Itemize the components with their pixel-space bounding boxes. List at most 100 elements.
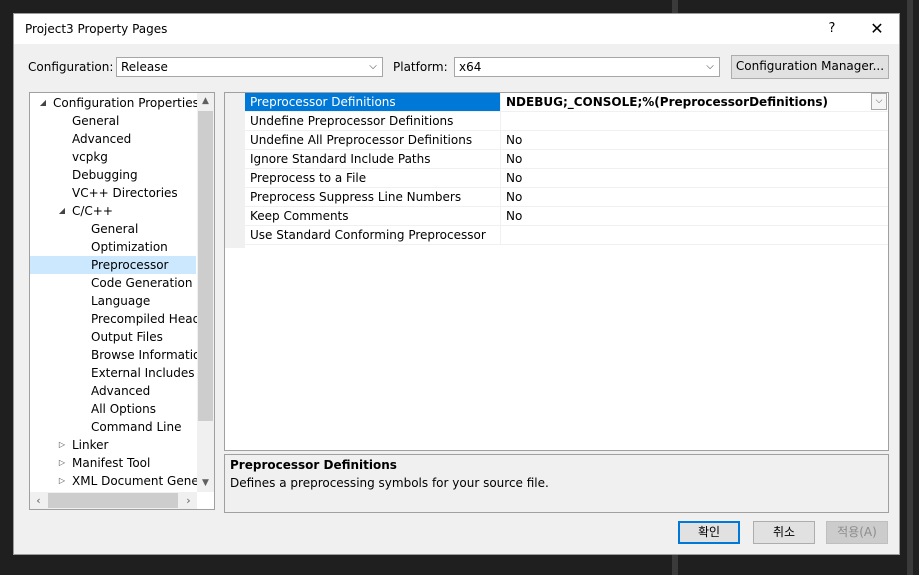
tree-item[interactable]: General <box>30 112 196 130</box>
tree-item-label: Linker <box>72 438 109 452</box>
cancel-button[interactable]: 취소 <box>753 521 815 544</box>
tree-item-label: Preprocessor <box>91 258 169 272</box>
tree-item[interactable]: Advanced <box>30 382 196 400</box>
property-value[interactable]: No <box>502 150 882 168</box>
tree-item[interactable]: Command Line <box>30 418 196 436</box>
tree-item[interactable]: vcpkg <box>30 148 196 166</box>
tree-item-label: Configuration Properties <box>53 96 199 110</box>
chevron-down-icon: ⌵ <box>369 61 377 72</box>
property-name[interactable]: Use Standard Conforming Preprocessor <box>245 226 501 244</box>
property-value[interactable]: No <box>502 131 882 149</box>
property-value[interactable]: NDEBUG;_CONSOLE;%(PreprocessorDefinition… <box>502 93 882 111</box>
scroll-thumb[interactable] <box>198 111 213 421</box>
property-row[interactable]: Ignore Standard Include Paths No <box>245 150 888 169</box>
collapsed-arrow-icon[interactable]: ▷ <box>57 454 67 472</box>
property-name[interactable]: Preprocess to a File <box>245 169 501 187</box>
property-name[interactable]: Preprocess Suppress Line Numbers <box>245 188 501 206</box>
property-value[interactable]: No <box>502 188 882 206</box>
tree-item[interactable]: Debugging <box>30 166 196 184</box>
tree-item[interactable]: Preprocessor <box>30 256 196 274</box>
property-name[interactable]: Keep Comments <box>245 207 501 225</box>
tree-item[interactable]: Browse Information <box>30 346 208 364</box>
tree-item-label: Advanced <box>91 384 151 398</box>
property-row[interactable]: Use Standard Conforming Preprocessor <box>245 226 888 245</box>
property-row[interactable]: Keep Comments No <box>245 207 888 226</box>
help-button[interactable]: ? <box>814 14 850 44</box>
collapsed-arrow-icon[interactable]: ▷ <box>57 472 67 490</box>
property-row[interactable]: Undefine Preprocessor Definitions <box>245 112 888 131</box>
property-name[interactable]: Undefine Preprocessor Definitions <box>245 112 501 130</box>
tree-item[interactable]: ◢ Configuration Properties <box>30 94 199 112</box>
scroll-left-icon[interactable]: ‹ <box>30 492 47 509</box>
description-panel: Preprocessor Definitions Defines a prepr… <box>224 454 889 513</box>
tree-item-label: Optimization <box>91 240 168 254</box>
tree-item-label: Precompiled Heade <box>91 312 208 326</box>
scroll-up-icon[interactable]: ▲ <box>197 93 214 110</box>
tree-item-label: General <box>72 114 120 128</box>
tree-item-label: Manifest Tool <box>72 456 151 470</box>
apply-button[interactable]: 적용(A) <box>826 521 888 544</box>
close-button[interactable]: ✕ <box>856 14 898 44</box>
configuration-combo[interactable]: Release ⌵ <box>116 57 383 77</box>
property-name[interactable]: Preprocessor Definitions <box>245 93 501 111</box>
configuration-manager-button[interactable]: Configuration Manager... <box>731 55 889 79</box>
tree-item[interactable]: All Options <box>30 400 196 418</box>
scroll-right-icon[interactable]: › <box>180 492 197 509</box>
background-strip <box>907 0 913 575</box>
property-value[interactable] <box>502 226 882 244</box>
value-dropdown-icon[interactable]: ⌵ <box>871 93 887 110</box>
tree-horizontal-scrollbar[interactable]: ‹ › <box>30 492 197 509</box>
tree-item[interactable]: VC++ Directories <box>30 184 196 202</box>
tree-item-label: All Options <box>91 402 156 416</box>
expanded-arrow-icon[interactable]: ◢ <box>38 94 48 112</box>
tree-item-label: General <box>91 222 139 236</box>
title-bar: Project3 Property Pages ? ✕ <box>14 14 899 44</box>
tree-item-label: VC++ Directories <box>72 186 178 200</box>
chevron-down-icon: ⌵ <box>706 61 714 72</box>
tree-item[interactable]: ▷ Manifest Tool <box>30 454 196 472</box>
description-title: Preprocessor Definitions <box>230 458 397 472</box>
tree-item[interactable]: General <box>30 220 196 238</box>
tree-item-label: XML Document Genera <box>72 474 212 488</box>
platform-combo[interactable]: x64 ⌵ <box>454 57 720 77</box>
tree-item-label: Output Files <box>91 330 163 344</box>
tree-item-label: Code Generation <box>91 276 193 290</box>
window-title: Project3 Property Pages <box>25 22 168 36</box>
property-grid: Preprocessor Definitions NDEBUG;_CONSOLE;… <box>224 92 889 451</box>
tree-item[interactable]: ▷ XML Document Genera <box>30 472 211 490</box>
description-text: Defines a preprocessing symbols for your… <box>230 476 549 490</box>
property-value[interactable] <box>502 112 882 130</box>
property-row[interactable]: Preprocess Suppress Line Numbers No <box>245 188 888 207</box>
property-value[interactable]: No <box>502 207 882 225</box>
scroll-down-icon[interactable]: ▼ <box>197 475 214 492</box>
tree-item-label: Debugging <box>72 168 138 182</box>
configuration-label: Configuration: <box>28 60 114 74</box>
property-pages-dialog: Project3 Property Pages ? ✕ Configuratio… <box>13 13 900 555</box>
tree-item-label: Advanced <box>72 132 132 146</box>
property-row[interactable]: Preprocess to a File No <box>245 169 888 188</box>
ok-button[interactable]: 확인 <box>678 521 740 544</box>
tree-item[interactable]: Precompiled Heade <box>30 310 208 328</box>
tree-item[interactable]: Output Files <box>30 328 196 346</box>
tree-item[interactable]: ▷ Linker <box>30 436 196 454</box>
property-name[interactable]: Undefine All Preprocessor Definitions <box>245 131 501 149</box>
tree-item[interactable]: ◢ C/C++ <box>30 202 196 220</box>
tree-vertical-scrollbar[interactable]: ▲ ▼ <box>197 93 214 492</box>
property-row[interactable]: Preprocessor Definitions NDEBUG;_CONSOLE;… <box>245 93 888 112</box>
collapsed-arrow-icon[interactable]: ▷ <box>57 436 67 454</box>
property-name[interactable]: Ignore Standard Include Paths <box>245 150 501 168</box>
platform-label: Platform: <box>393 60 448 74</box>
property-row[interactable]: Undefine All Preprocessor Definitions No <box>245 131 888 150</box>
tree-item[interactable]: Advanced <box>30 130 196 148</box>
tree-item[interactable]: External Includes <box>30 364 196 382</box>
tree-item-label: vcpkg <box>72 150 108 164</box>
tree-item[interactable]: Code Generation <box>30 274 196 292</box>
tree-item-label: Command Line <box>91 420 182 434</box>
expanded-arrow-icon[interactable]: ◢ <box>57 202 67 220</box>
tree-item[interactable]: Language <box>30 292 196 310</box>
scroll-thumb[interactable] <box>48 493 178 508</box>
tree-item[interactable]: Optimization <box>30 238 196 256</box>
property-value[interactable]: No <box>502 169 882 187</box>
property-tree: ◢ Configuration Properties General Advanced… <box>29 92 215 510</box>
tree-item-label: C/C++ <box>72 204 113 218</box>
